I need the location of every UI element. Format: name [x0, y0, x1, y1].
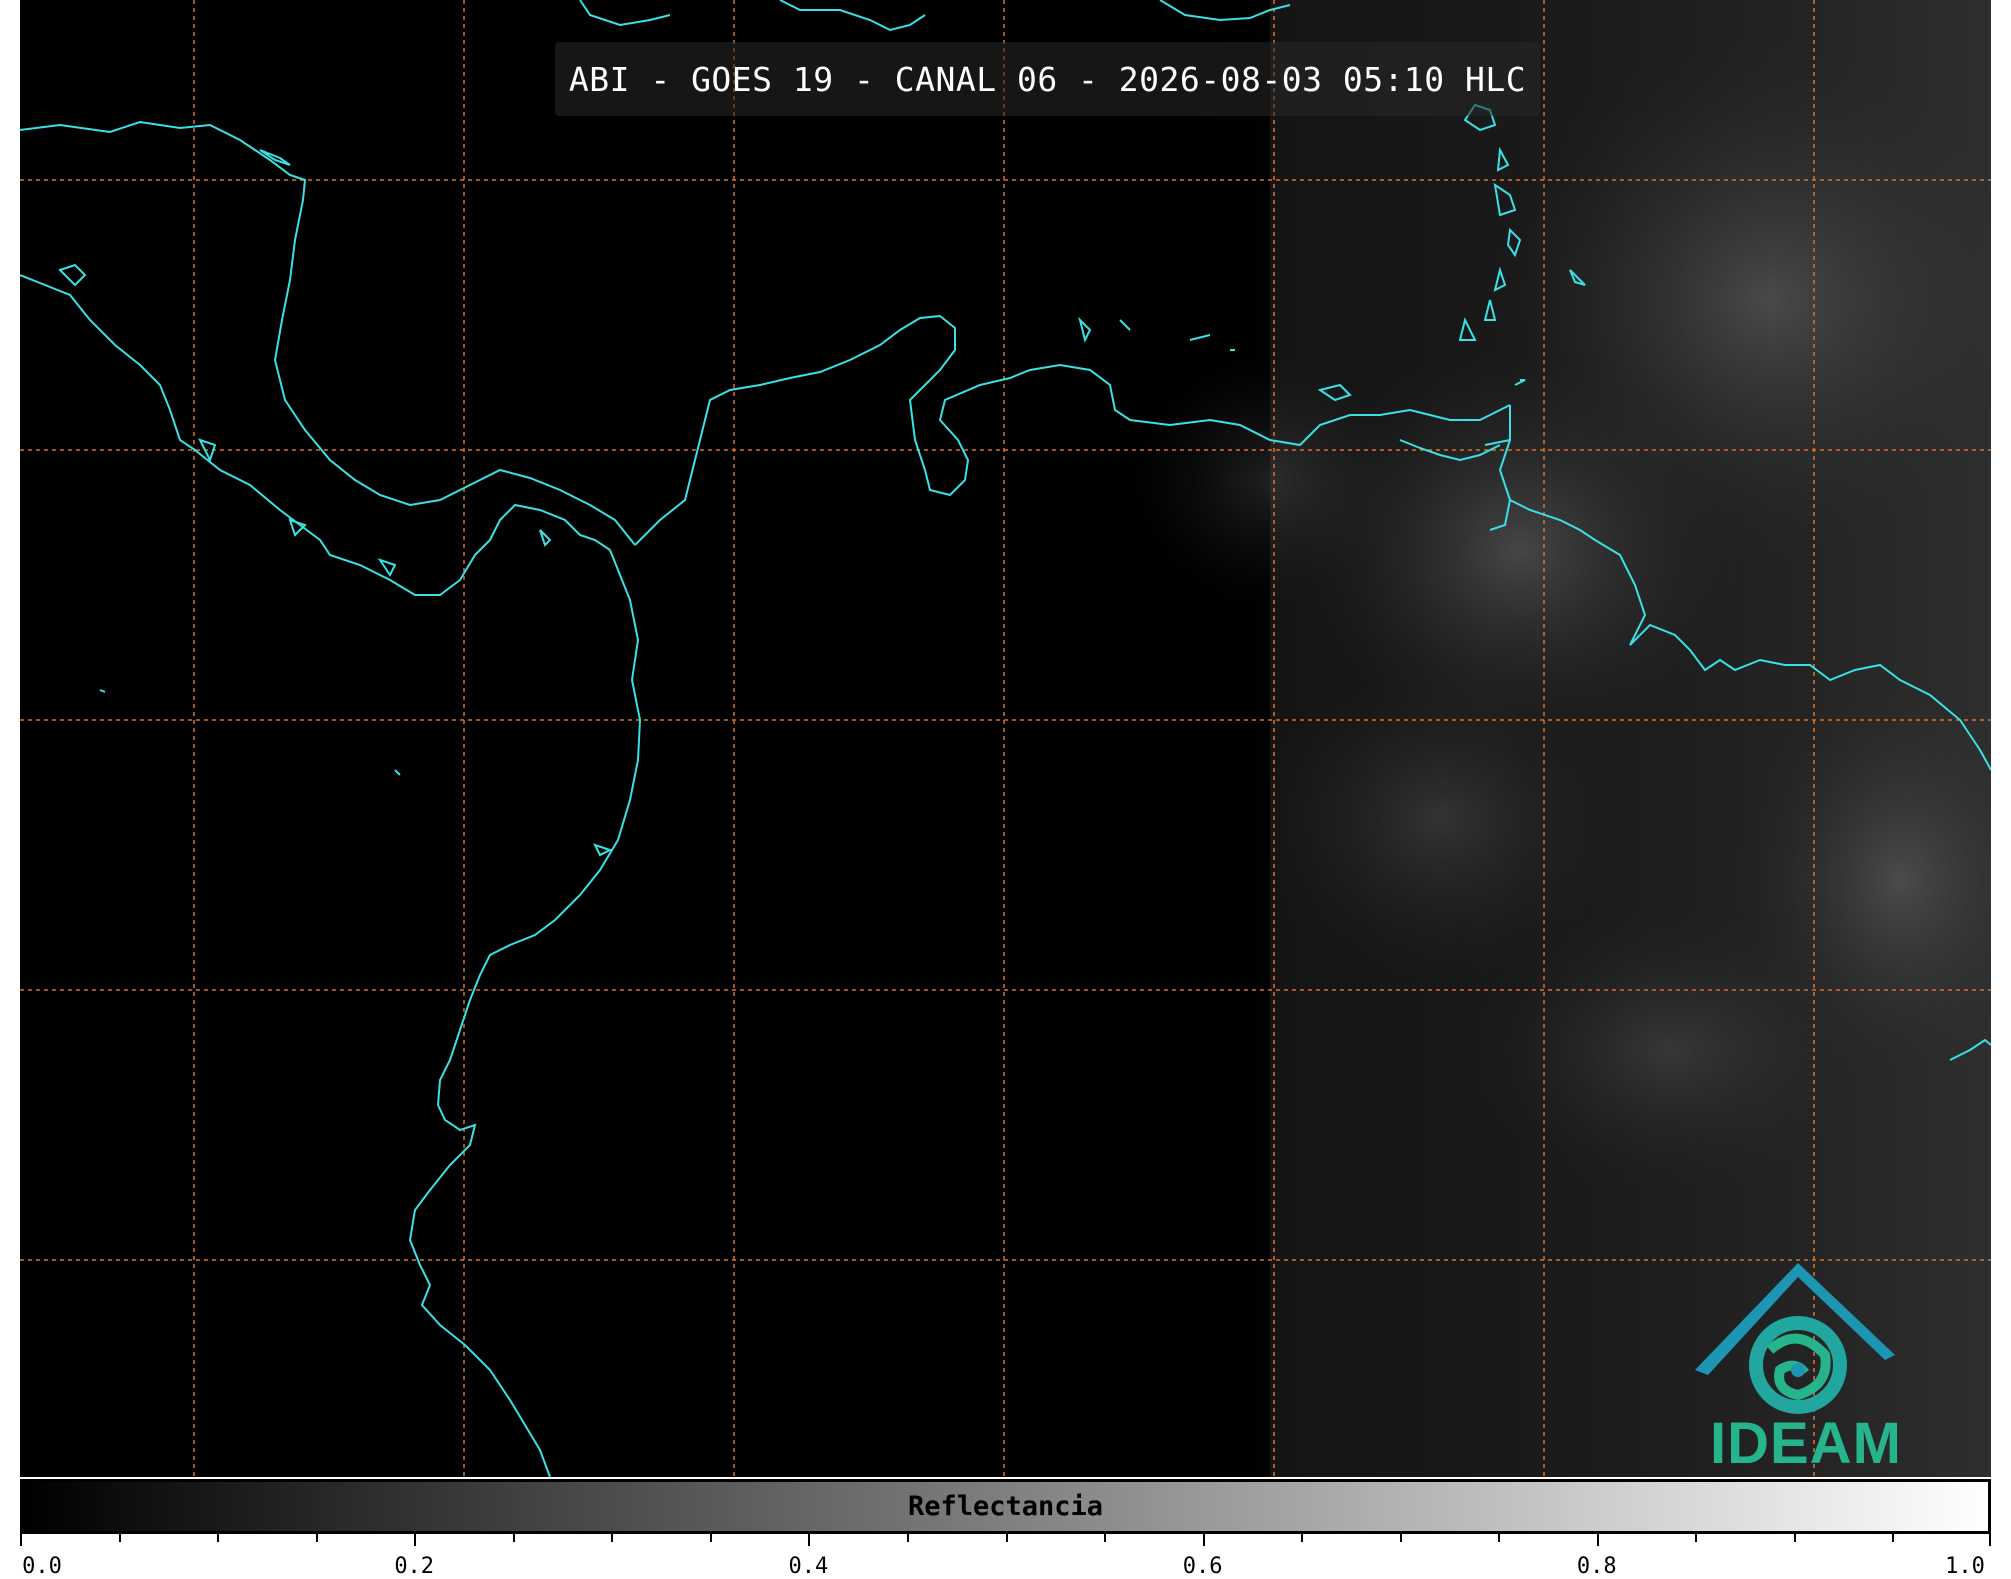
satellite-image-panel: ABI - GOES 19 - CANAL 06 - 2026-08-03 05…	[20, 0, 1991, 1477]
reflectance-colorbar: Reflectancia	[20, 1479, 1991, 1534]
colorbar-minor-tick	[1301, 1534, 1304, 1542]
colorbar-minor-tick	[1104, 1534, 1107, 1542]
colorbar-tick-label: 0.8	[1576, 1554, 1617, 1579]
colorbar-tick-label: 1.0	[1945, 1554, 1985, 1579]
page-title: ABI - GOES 19 - CANAL 06 - 2026-08-03 05…	[568, 59, 1527, 99]
colorbar-tick-label: 0.6	[1182, 1554, 1223, 1579]
colorbar-major-tick	[1596, 1534, 1599, 1546]
colorbar-tick-label: 0.2	[394, 1554, 435, 1579]
colorbar-minor-tick	[512, 1534, 515, 1542]
colorbar-minor-tick	[118, 1534, 121, 1542]
colorbar-major-tick	[1989, 1534, 1991, 1546]
colorbar-minor-tick	[1892, 1534, 1895, 1542]
colorbar-minor-tick	[315, 1534, 318, 1542]
colorbar-minor-tick	[611, 1534, 614, 1542]
colorbar-major-tick	[1202, 1534, 1205, 1546]
ideam-logo-text: IDEAM	[1710, 1411, 1902, 1476]
colorbar-axis: 0.0 0.2 0.4 0.6 0.8 1.0	[20, 1534, 1991, 1579]
colorbar-label: Reflectancia	[907, 1491, 1104, 1522]
colorbar-minor-tick	[906, 1534, 909, 1542]
colorbar-minor-tick	[1399, 1534, 1402, 1542]
title-banner: ABI - GOES 19 - CANAL 06 - 2026-08-03 05…	[555, 42, 1540, 116]
colorbar-minor-tick	[217, 1534, 220, 1542]
colorbar-major-tick	[20, 1534, 22, 1546]
colorbar-major-tick	[808, 1534, 811, 1546]
colorbar-minor-tick	[1695, 1534, 1698, 1542]
colorbar-tick-label: 0.0	[22, 1554, 62, 1579]
colorbar-minor-tick	[709, 1534, 712, 1542]
colorbar-tick-label: 0.4	[788, 1554, 829, 1579]
colorbar-major-tick	[414, 1534, 417, 1546]
colorbar-minor-tick	[1498, 1534, 1501, 1542]
colorbar-minor-tick	[1005, 1534, 1008, 1542]
colorbar-minor-tick	[1793, 1534, 1796, 1542]
